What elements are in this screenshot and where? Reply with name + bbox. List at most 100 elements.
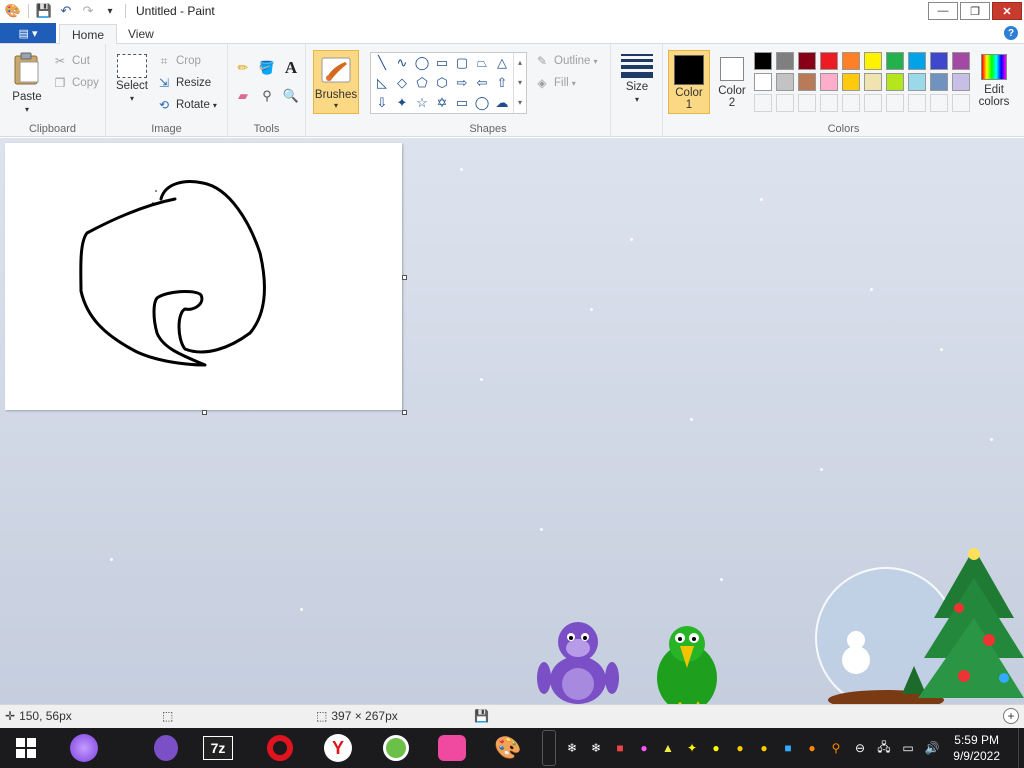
empty-color-swatch[interactable] xyxy=(776,94,794,112)
zoom-in-button[interactable]: + xyxy=(1003,708,1019,724)
cortana-icon[interactable] xyxy=(68,732,100,764)
oval-callout-shape-icon[interactable]: ◯ xyxy=(472,93,492,113)
color-swatch[interactable] xyxy=(908,52,926,70)
drawing-canvas[interactable] xyxy=(5,143,402,410)
video-app-icon[interactable] xyxy=(436,732,468,764)
size-button[interactable]: Size ▾ xyxy=(619,52,655,105)
line-shape-icon[interactable]: ╲ xyxy=(372,53,392,73)
rotate-button[interactable]: ⟲ Rotate ▾ xyxy=(156,96,217,114)
file-menu-button[interactable]: ▤ ▾ xyxy=(0,23,56,43)
show-desktop-button[interactable] xyxy=(1018,728,1024,768)
brushes-button[interactable]: Brushes ▾ xyxy=(313,50,359,114)
search-icon[interactable]: ⚲ xyxy=(828,740,844,756)
five-point-star-shape-icon[interactable]: ☆ xyxy=(412,93,432,113)
yandex-icon[interactable]: Y xyxy=(322,732,354,764)
eraser-icon[interactable]: ▰ xyxy=(233,86,253,106)
paste-button[interactable]: Paste ▾ xyxy=(6,52,48,115)
rounded-rectangle-shape-icon[interactable]: ▢ xyxy=(452,53,472,73)
paint-taskbar-icon[interactable]: 🎨 xyxy=(492,732,524,764)
battery-icon[interactable]: ▭ xyxy=(900,740,916,756)
customize-toolbar-icon[interactable]: ▾ xyxy=(99,1,121,21)
save-icon[interactable]: 💾 xyxy=(33,1,55,21)
color-swatch[interactable] xyxy=(776,73,794,91)
polygon-shape-icon[interactable]: ⏢ xyxy=(472,53,492,73)
color-swatch[interactable] xyxy=(820,52,838,70)
color-swatch[interactable] xyxy=(886,73,904,91)
bonzi-app-icon[interactable] xyxy=(150,732,182,764)
color-swatch[interactable] xyxy=(798,73,816,91)
color-swatch[interactable] xyxy=(930,52,948,70)
fill-bucket-icon[interactable]: 🪣 xyxy=(257,58,277,78)
tray-app-icon[interactable]: ● xyxy=(732,740,748,756)
six-point-star-shape-icon[interactable]: ✡ xyxy=(432,93,452,113)
left-arrow-shape-icon[interactable]: ⇦ xyxy=(472,73,492,93)
copy-button[interactable]: ❐ Copy xyxy=(52,74,99,92)
color-swatch[interactable] xyxy=(842,52,860,70)
rectangle-shape-icon[interactable]: ▭ xyxy=(432,53,452,73)
empty-color-swatch[interactable] xyxy=(820,94,838,112)
empty-color-swatch[interactable] xyxy=(886,94,904,112)
color-swatch[interactable] xyxy=(886,52,904,70)
volume-icon[interactable]: 🔊 xyxy=(924,740,940,756)
down-arrow-shape-icon[interactable]: ⇩ xyxy=(372,93,392,113)
empty-color-swatch[interactable] xyxy=(952,94,970,112)
text-tool-icon[interactable]: A xyxy=(281,58,301,78)
maximize-button[interactable]: ❐ xyxy=(960,2,990,20)
empty-color-swatch[interactable] xyxy=(798,94,816,112)
curve-shape-icon[interactable]: ∿ xyxy=(392,53,412,73)
green-app-icon[interactable] xyxy=(380,732,412,764)
canvas-resize-handle-bottom[interactable] xyxy=(202,410,207,415)
color-picker-icon[interactable]: ⚲ xyxy=(257,86,277,106)
magnifier-icon[interactable]: 🔍 xyxy=(281,86,301,106)
network-icon[interactable]: 🖧 xyxy=(876,740,892,756)
color-swatch[interactable] xyxy=(820,73,838,91)
up-arrow-shape-icon[interactable]: ⇧ xyxy=(492,73,512,93)
oval-shape-icon[interactable]: ◯ xyxy=(412,53,432,73)
outline-button[interactable]: ✎ Outline ▾ xyxy=(534,52,597,70)
minimize-button[interactable]: — xyxy=(928,2,958,20)
empty-color-swatch[interactable] xyxy=(908,94,926,112)
tray-app-icon[interactable]: ▲ xyxy=(660,740,676,756)
color-swatch[interactable] xyxy=(754,52,772,70)
tray-app-icon[interactable]: ■ xyxy=(780,740,796,756)
cut-button[interactable]: ✂ Cut xyxy=(52,52,90,70)
color-swatch[interactable] xyxy=(908,73,926,91)
diamond-shape-icon[interactable]: ◇ xyxy=(392,73,412,93)
color-swatch[interactable] xyxy=(864,73,882,91)
gallery-scrollbar[interactable]: ▴ ▾ ▾ xyxy=(513,53,526,113)
color-swatch[interactable] xyxy=(776,52,794,70)
clock[interactable]: 5:59 PM 9/9/2022 xyxy=(953,732,1000,764)
canvas-resize-handle-corner[interactable] xyxy=(402,410,407,415)
empty-color-swatch[interactable] xyxy=(930,94,948,112)
close-button[interactable]: ✕ xyxy=(992,2,1022,20)
pencil-icon[interactable]: ✏ xyxy=(233,58,253,78)
help-icon[interactable]: ? xyxy=(1004,26,1018,40)
snowflake-icon[interactable]: ❄ xyxy=(588,740,604,756)
tab-view[interactable]: View xyxy=(116,24,166,45)
canvas-resize-handle-right[interactable] xyxy=(402,275,407,280)
paint-app-icon[interactable]: 🎨 xyxy=(2,1,24,21)
undo-icon[interactable]: ↶ xyxy=(55,1,77,21)
rect-callout-shape-icon[interactable]: ▭ xyxy=(452,93,472,113)
color-swatch[interactable] xyxy=(930,73,948,91)
color-swatch[interactable] xyxy=(798,52,816,70)
color2-button[interactable]: Color 2 xyxy=(712,50,752,114)
right-arrow-shape-icon[interactable]: ⇨ xyxy=(452,73,472,93)
color-swatch[interactable] xyxy=(952,73,970,91)
select-button[interactable]: Select ▾ xyxy=(114,54,150,104)
right-triangle-shape-icon[interactable]: ◺ xyxy=(372,73,392,93)
fill-button[interactable]: ◈ Fill ▾ xyxy=(534,74,575,92)
empty-color-swatch[interactable] xyxy=(754,94,772,112)
pentagon-shape-icon[interactable]: ⬠ xyxy=(412,73,432,93)
opera-icon[interactable] xyxy=(264,732,296,764)
tray-app-icon[interactable]: ■ xyxy=(612,740,628,756)
hexagon-shape-icon[interactable]: ⬡ xyxy=(432,73,452,93)
taskbar-overflow-scroller[interactable] xyxy=(542,730,556,766)
resize-button[interactable]: ⇲ Resize xyxy=(156,74,211,92)
four-point-star-shape-icon[interactable]: ✦ xyxy=(392,93,412,113)
triangle-shape-icon[interactable]: △ xyxy=(492,53,512,73)
color-swatch[interactable] xyxy=(754,73,772,91)
crop-button[interactable]: ⌗ Crop xyxy=(156,52,201,70)
redo-icon[interactable]: ↷ xyxy=(77,1,99,21)
color1-button[interactable]: Color 1 xyxy=(668,50,710,114)
